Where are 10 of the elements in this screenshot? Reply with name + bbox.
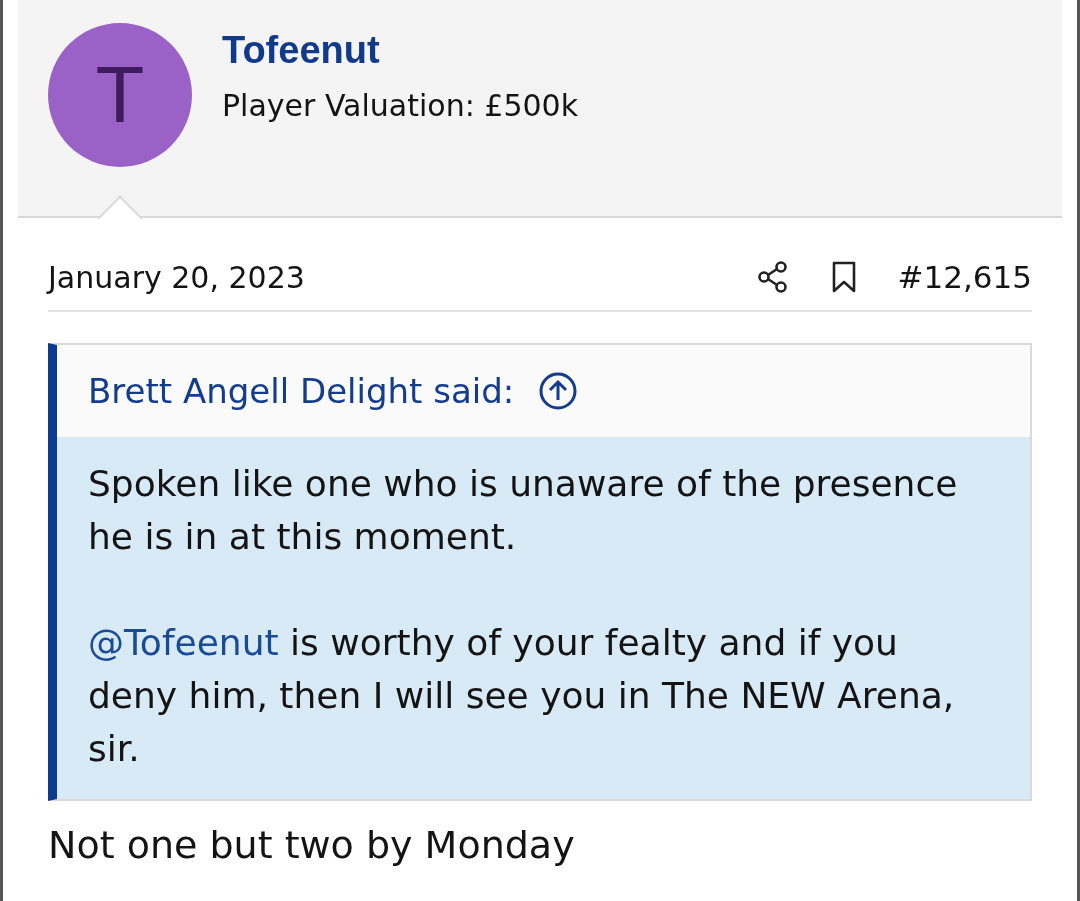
quote-author-link[interactable]: Brett Angell Delight said: [88,371,515,411]
jump-up-icon[interactable] [538,371,579,411]
post-message: Not one but two by Monday [48,823,576,867]
username-link[interactable]: Tofeenut [222,29,579,72]
player-valuation: Player Valuation: £500k [222,88,579,123]
post-number-link[interactable]: #12,615 [897,235,1032,295]
post-date[interactable]: January 20, 2023 [48,235,305,295]
quote-text: Spoken like one who is unaware of the presence he is in at this moment. [88,462,959,559]
mention-link[interactable]: @Tofeenut [88,622,279,663]
quote-text: @Tofeenut is worthy of your fealty and if you deny him, then I will see you in The NEW Arena, sir. [88,621,956,771]
